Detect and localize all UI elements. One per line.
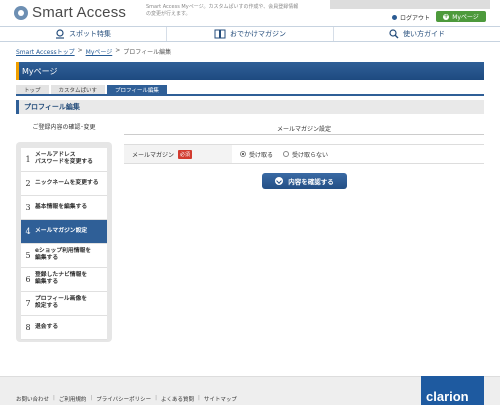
tab-top[interactable]: トップ: [16, 85, 49, 94]
tab-custom-pais[interactable]: カスタムぱいす: [50, 85, 106, 94]
sidebar-item-label: 退会する: [35, 323, 59, 330]
sidebar-item-number: 4: [25, 226, 31, 236]
footer-link-privacy[interactable]: プライバシーポリシー: [96, 395, 151, 403]
site-header: Smart Access Smart Access Myページ。カスタムぱいすの…: [0, 0, 500, 26]
radio-not-receive[interactable]: 受け取らない: [283, 150, 328, 159]
section-title: プロフィール編集: [16, 100, 484, 114]
radio-not-receive-circle[interactable]: [283, 151, 290, 157]
logo-text: Smart Access: [32, 4, 127, 21]
magnifier-icon: [389, 29, 399, 39]
logout-icon: [392, 15, 397, 20]
logout-link[interactable]: ログアウト: [392, 13, 430, 22]
sidebar-heading: ご登録内容の確認･変更: [32, 124, 96, 131]
sidebar-item-number: 3: [25, 202, 31, 212]
confirm-button[interactable]: 内容を確認する: [262, 173, 347, 189]
sidebar-item-label: プロフィール画像を 設定する: [35, 296, 88, 310]
mypage-tabs: トップ カスタムぱいす プロフィール編集: [16, 85, 484, 96]
footer-links: お問い合わせ | ご利用規約 | プライバシーポリシー | よくある質問 | サ…: [16, 395, 237, 403]
gnav-item-spot[interactable]: スポット特集: [0, 27, 167, 41]
sidebar-item-profile-image[interactable]: 7 プロフィール画像を 設定する: [21, 292, 107, 316]
sidebar-item-number: 8: [25, 322, 31, 332]
logout-label: ログアウト: [400, 15, 431, 22]
site-logo[interactable]: Smart Access: [14, 4, 126, 21]
sidebar-item-email-password[interactable]: 1 メールアドレス パスワードを変更する: [21, 148, 107, 172]
gnav-label-spot: スポット特集: [69, 30, 111, 38]
radio-receive[interactable]: 受け取る: [240, 150, 273, 159]
sidebar-item-nickname[interactable]: 2 ニックネームを変更する: [21, 172, 107, 196]
gnav-label-magazine: おでかけマガジン: [230, 30, 286, 38]
radio-receive-label: 受け取る: [249, 151, 274, 159]
radio-receive-circle[interactable]: [240, 151, 246, 157]
sidebar-item-navi-info[interactable]: 6 登録したナビ情報を 編集する: [21, 268, 107, 292]
header-description: Smart Access Myページ。カスタムぱいすの作成や、会員登録情報の変更…: [146, 4, 299, 17]
chevron-right-icon: [275, 177, 284, 185]
header-banner-area: [330, 0, 490, 9]
sidebar-item-label: ニックネームを変更する: [35, 179, 99, 186]
sidebar-item-withdraw[interactable]: 8 退会する: [21, 316, 107, 340]
sidebar-item-label: eショップ利用情報を 編集する: [35, 248, 92, 262]
breadcrumb-current: プロフィール編集: [123, 49, 172, 56]
sidebar-item-label: メールアドレス パスワードを変更する: [35, 152, 93, 166]
sidebar-item-number: 1: [25, 154, 31, 164]
sidebar-menu: 1 メールアドレス パスワードを変更する 2 ニックネームを変更する 3 基本情…: [16, 142, 112, 342]
plus-icon: +: [443, 12, 450, 20]
mail-magazine-radio-group: 受け取る 受け取らない: [240, 150, 338, 159]
sidebar-item-number: 5: [25, 250, 31, 260]
clarion-logo[interactable]: clarion: [421, 376, 484, 405]
sidebar-item-number: 6: [25, 274, 31, 284]
global-nav: スポット特集 おでかけマガジン 使い方ガイド: [0, 26, 500, 42]
mypage-button-label: Myページ: [452, 14, 479, 21]
sidebar-item-number: 7: [25, 298, 31, 308]
tab-profile-edit[interactable]: プロフィール編集: [107, 85, 167, 94]
sidebar-item-label: 登録したナビ情報を 編集する: [35, 272, 88, 286]
map-pin-icon: [56, 29, 64, 39]
gnav-label-guide: 使い方ガイド: [403, 30, 445, 38]
form-label: メールマガジン: [132, 151, 175, 159]
logo-mark-icon: [14, 5, 28, 20]
page-title: Myページ: [16, 62, 484, 80]
mypage-button[interactable]: + Myページ: [436, 11, 486, 22]
sidebar-item-label: 基本情報を編集する: [35, 203, 88, 210]
form-header: メールマガジン設定: [124, 122, 484, 135]
form-label-cell: メールマガジン 必須: [124, 145, 232, 163]
sidebar-item-label: メールマガジン設定: [35, 227, 88, 234]
sidebar-item-mail-magazine[interactable]: 4 メールマガジン設定: [21, 220, 107, 244]
footer-link-terms[interactable]: ご利用規約: [59, 395, 87, 403]
gnav-item-guide[interactable]: 使い方ガイド: [334, 27, 500, 41]
footer-link-sitemap[interactable]: サイトマップ: [204, 395, 237, 403]
breadcrumb: Smart Accessトップ > Myページ > プロフィール編集: [16, 47, 172, 56]
sidebar-item-basic-info[interactable]: 3 基本情報を編集する: [21, 196, 107, 220]
breadcrumb-mypage-link[interactable]: Myページ: [86, 47, 113, 56]
breadcrumb-top-link[interactable]: Smart Accessトップ: [16, 47, 75, 56]
sidebar-item-eshop[interactable]: 5 eショップ利用情報を 編集する: [21, 244, 107, 268]
radio-not-receive-label: 受け取らない: [292, 151, 329, 159]
footer-link-contact[interactable]: お問い合わせ: [16, 395, 49, 403]
book-icon: [214, 29, 226, 39]
confirm-button-label: 内容を確認する: [288, 178, 334, 186]
required-badge: 必須: [178, 149, 193, 159]
sidebar-item-number: 2: [25, 178, 31, 188]
mail-magazine-row: メールマガジン 必須 受け取る 受け取らない: [124, 144, 484, 164]
footer-link-faq[interactable]: よくある質問: [161, 395, 194, 403]
gnav-item-magazine[interactable]: おでかけマガジン: [167, 27, 334, 41]
